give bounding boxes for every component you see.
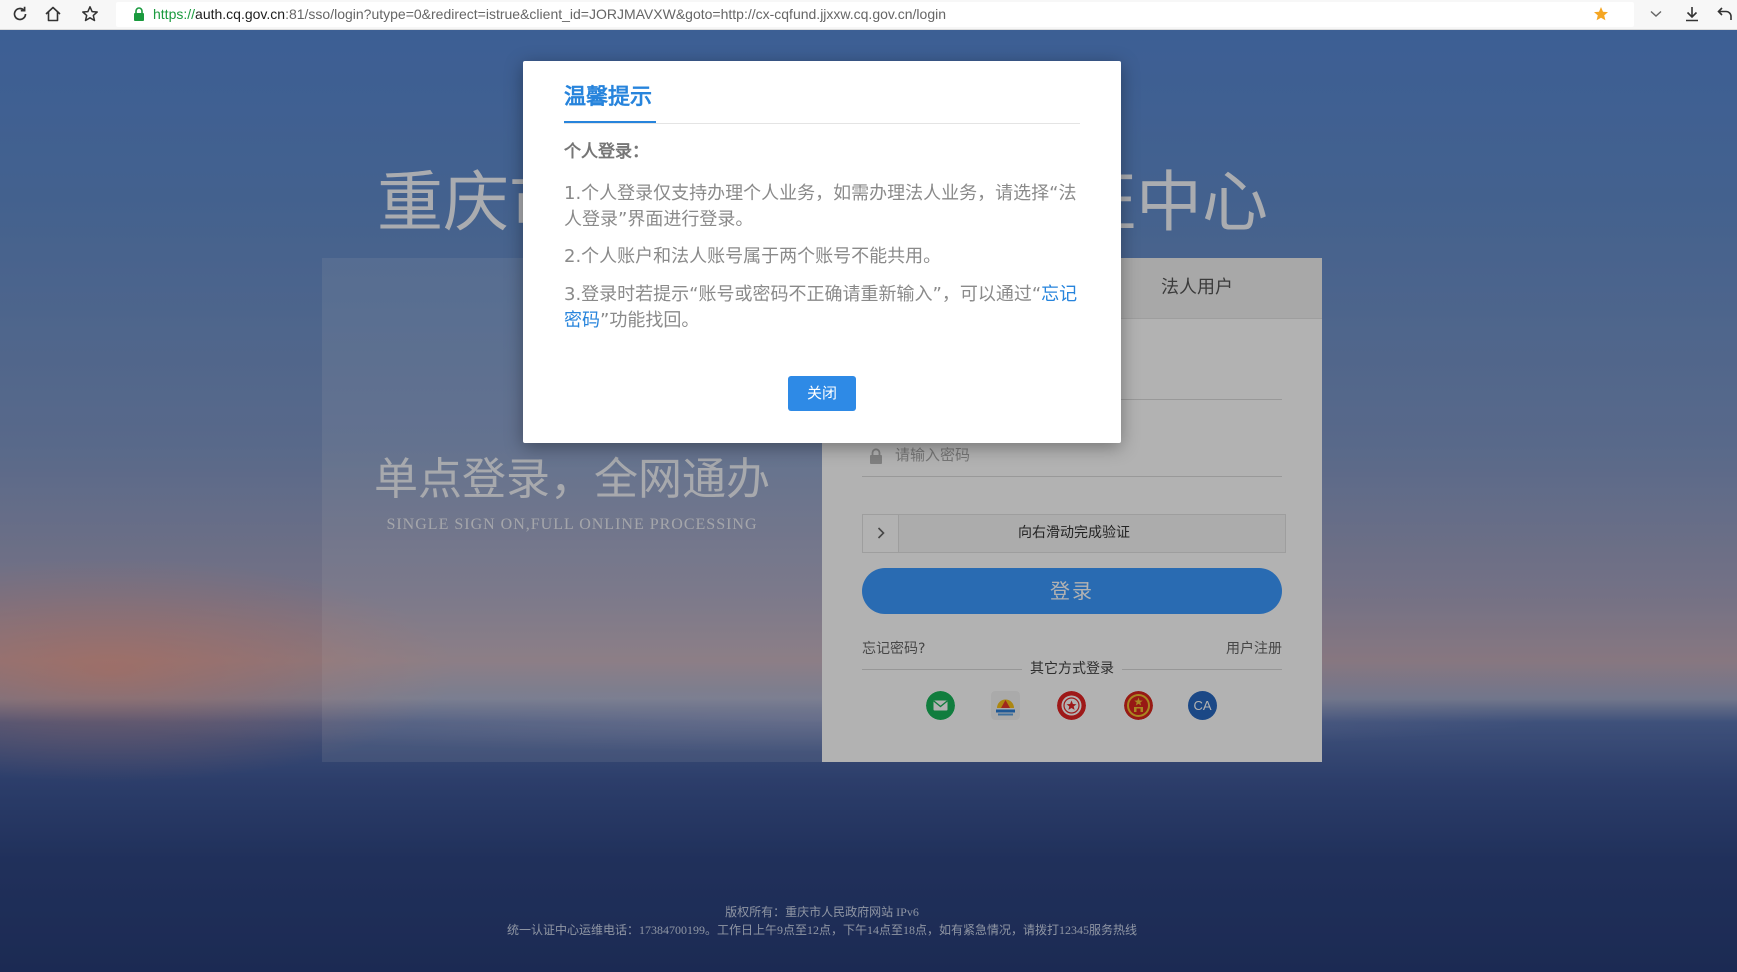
notice-dialog: 温馨提示 个人登录： 1.个人登录仅支持办理个人业务，如需办理法人业务，请选择“… [523, 61, 1121, 443]
home-icon[interactable] [44, 5, 62, 23]
dialog-title: 温馨提示 [564, 83, 657, 123]
dialog-section-title: 个人登录： [564, 142, 649, 162]
notice-item-1: 1.个人登录仅支持办理个人业务，如需办理法人业务，请选择“法人登录”界面进行登录… [564, 183, 1077, 230]
undo-icon[interactable] [1716, 5, 1734, 23]
chevron-down-icon[interactable] [1647, 5, 1665, 23]
url-path: :81/sso/login?utype=0&redirect=istrue&cl… [285, 6, 946, 22]
notice-item-2: 2.个人账户和法人账号属于两个账号不能共用。 [564, 246, 942, 267]
download-icon[interactable] [1683, 5, 1701, 23]
browser-toolbar: https://auth.cq.gov.cn:81/sso/login?utyp… [0, 0, 1737, 30]
address-bar[interactable]: https://auth.cq.gov.cn:81/sso/login?utyp… [116, 2, 1634, 27]
url-text: https://auth.cq.gov.cn:81/sso/login?utyp… [153, 2, 946, 27]
reload-icon[interactable] [11, 5, 29, 23]
url-scheme: https:// [153, 6, 196, 22]
notice-item-3-tail: ”功能找回。 [600, 310, 700, 331]
notice-item-3-text: 3.登录时若提示“账号或密码不正确请重新输入”，可以通过“ [564, 284, 1042, 305]
bookmark-star-icon[interactable] [81, 5, 99, 23]
dialog-header: 温馨提示 [564, 83, 1080, 124]
url-host: auth.cq.gov.cn [195, 6, 286, 22]
notice-item-3: 3.登录时若提示“账号或密码不正确请重新输入”，可以通过“忘记密码”功能找回。 [564, 282, 1080, 334]
dialog-body: 个人登录： 1.个人登录仅支持办理个人业务，如需办理法人业务，请选择“法人登录”… [564, 139, 1080, 334]
lock-icon [133, 7, 145, 21]
bookmarked-star-icon[interactable] [1592, 5, 1610, 23]
close-button[interactable]: 关闭 [788, 376, 856, 411]
